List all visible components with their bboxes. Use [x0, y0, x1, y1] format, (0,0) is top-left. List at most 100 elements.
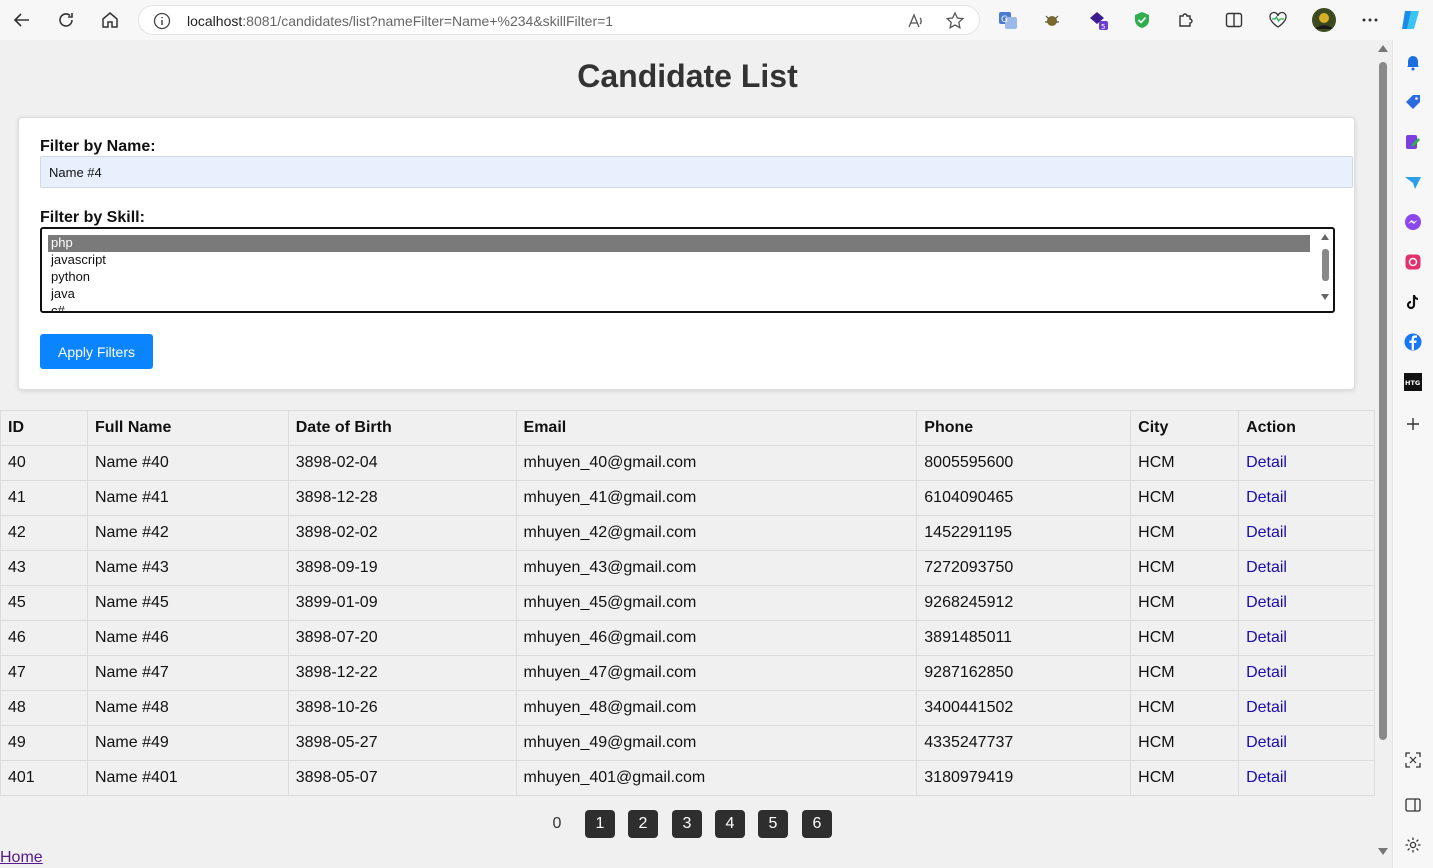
instagram-icon[interactable]	[1403, 252, 1423, 272]
column-header: ID	[0, 410, 88, 446]
page-scrollbar[interactable]	[1375, 40, 1392, 868]
skill-option[interactable]: python	[48, 269, 1310, 286]
favorite-star-icon[interactable]	[945, 11, 965, 36]
purple-extension-icon[interactable]: 5	[1086, 8, 1110, 32]
scroll-up-arrow-icon[interactable]	[1378, 45, 1388, 52]
browser-toolbar: localhost:8081/candidates/list?nameFilte…	[0, 0, 1433, 40]
detail-link[interactable]: Detail	[1246, 734, 1287, 751]
skill-option[interactable]: php	[48, 235, 1310, 252]
page-current: 0	[552, 815, 562, 832]
add-plus-icon[interactable]	[1403, 414, 1423, 434]
table-cell: 401	[0, 760, 88, 796]
detail-link[interactable]: Detail	[1246, 629, 1287, 646]
table-cell: 41	[0, 480, 88, 516]
table-cell: HCM	[1130, 585, 1240, 621]
shopping-tag-icon[interactable]	[1403, 92, 1423, 112]
table-cell: Name #45	[86, 585, 289, 621]
select-scrollbar[interactable]	[1320, 232, 1331, 308]
table-cell: Name #401	[86, 760, 289, 796]
sidebar-toggle-icon[interactable]	[1403, 795, 1423, 815]
page-button[interactable]: 4	[715, 810, 745, 838]
table-row: 401 Name #401 3898-05-07 mhuyen_401@gmail.c…	[0, 760, 1375, 796]
send-plane-icon[interactable]	[1403, 172, 1423, 192]
drop-editor-icon[interactable]	[1403, 132, 1423, 152]
htg-icon[interactable]: HTG	[1403, 372, 1423, 392]
detail-link[interactable]: Detail	[1246, 699, 1287, 716]
table-cell: 4335247737	[916, 725, 1132, 761]
home-icon[interactable]	[96, 6, 124, 34]
facebook-icon[interactable]	[1403, 332, 1423, 352]
table-cell: Detail	[1238, 515, 1375, 551]
page-button[interactable]: 2	[628, 810, 658, 838]
detail-link[interactable]: Detail	[1246, 664, 1287, 681]
info-icon[interactable]	[153, 12, 171, 35]
skill-option[interactable]: c#	[48, 303, 1310, 311]
shield-extension-icon[interactable]	[1130, 8, 1154, 32]
name-filter-input[interactable]	[40, 156, 1353, 188]
performance-heart-icon[interactable]	[1266, 8, 1290, 32]
profile-avatar[interactable]	[1310, 6, 1338, 34]
detail-link[interactable]: Detail	[1246, 524, 1287, 541]
table-cell: 3898-07-20	[287, 620, 517, 656]
detail-link[interactable]: Detail	[1246, 454, 1287, 471]
page-button[interactable]: 5	[758, 810, 788, 838]
table-cell: 47	[0, 655, 88, 691]
table-cell: HCM	[1130, 550, 1240, 586]
scroll-thumb[interactable]	[1322, 249, 1329, 281]
table-cell: Name #46	[86, 620, 289, 656]
table-row: 46 Name #46 3898-07-20 mhuyen_46@gmail.com 3…	[0, 620, 1375, 656]
svg-text:G: G	[1001, 15, 1008, 25]
skill-filter-select[interactable]: php javascript python java c#	[40, 227, 1335, 313]
refresh-icon[interactable]	[52, 6, 80, 34]
bug-extension-icon[interactable]	[1040, 8, 1064, 32]
home-link[interactable]: Home	[0, 849, 43, 867]
screenshot-capture-icon[interactable]	[1403, 750, 1423, 770]
skill-option[interactable]: java	[48, 286, 1310, 303]
table-cell: HCM	[1130, 515, 1240, 551]
detail-link[interactable]: Detail	[1246, 769, 1287, 786]
messenger-icon[interactable]	[1403, 212, 1423, 232]
table-cell: Name #42	[86, 515, 289, 551]
table-cell: 3891485011	[916, 620, 1132, 656]
copilot-icon[interactable]	[1399, 8, 1423, 32]
split-screen-icon[interactable]	[1222, 8, 1246, 32]
table-cell: 43	[0, 550, 88, 586]
page-title: Candidate List	[577, 58, 798, 94]
table-cell: HCM	[1130, 445, 1240, 481]
table-cell: HCM	[1130, 725, 1240, 761]
page-button[interactable]: 6	[802, 810, 832, 838]
table-row: 40 Name #40 3898-02-04 mhuyen_40@gmail.com 8…	[0, 445, 1375, 481]
page-button[interactable]: 3	[672, 810, 702, 838]
settings-gear-icon[interactable]	[1403, 835, 1423, 855]
read-aloud-icon[interactable]	[907, 12, 925, 35]
tiktok-icon[interactable]	[1403, 292, 1423, 312]
table-cell: mhuyen_48@gmail.com	[515, 690, 918, 726]
detail-link[interactable]: Detail	[1246, 559, 1287, 576]
table-cell: Name #40	[86, 445, 289, 481]
table-cell: 8005595600	[916, 445, 1132, 481]
detail-link[interactable]: Detail	[1246, 594, 1287, 611]
column-header: Full Name	[86, 410, 289, 446]
table-row: 41 Name #41 3898-12-28 mhuyen_41@gmail.com 6…	[0, 480, 1375, 516]
scroll-down-arrow-icon[interactable]	[1321, 294, 1329, 300]
skill-option[interactable]: javascript	[48, 252, 1310, 269]
table-cell: mhuyen_43@gmail.com	[515, 550, 918, 586]
scroll-down-arrow-icon[interactable]	[1378, 848, 1388, 855]
scroll-thumb[interactable]	[1379, 62, 1387, 740]
table-cell: mhuyen_42@gmail.com	[515, 515, 918, 551]
address-bar[interactable]: localhost:8081/candidates/list?nameFilte…	[138, 5, 980, 35]
notification-bell-icon[interactable]	[1403, 52, 1423, 72]
page-button[interactable]: 1	[585, 810, 615, 838]
scroll-up-arrow-icon[interactable]	[1321, 234, 1329, 240]
table-cell: 9268245912	[916, 585, 1132, 621]
back-arrow-icon[interactable]	[8, 6, 36, 34]
table-cell: 1452291195	[916, 515, 1132, 551]
more-options-icon[interactable]	[1358, 8, 1382, 32]
table-cell: HCM	[1130, 760, 1240, 796]
table-cell: HCM	[1130, 620, 1240, 656]
apply-filters-button[interactable]: Apply Filters	[40, 334, 153, 369]
extensions-puzzle-icon[interactable]	[1174, 8, 1198, 32]
detail-link[interactable]: Detail	[1246, 489, 1287, 506]
translate-extension-icon[interactable]: G	[996, 8, 1020, 32]
table-cell: 3898-02-02	[287, 515, 517, 551]
